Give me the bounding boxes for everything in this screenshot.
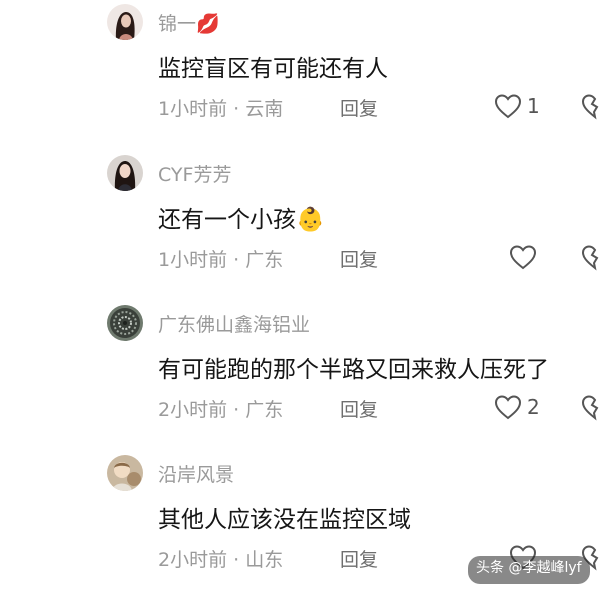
meta-separator: · [227, 249, 246, 271]
comment-time: 1小时前 [158, 98, 228, 120]
comment-location: 云南 [245, 98, 284, 120]
comment-time: 2小时前 [158, 549, 228, 571]
comment-text: 其他人应该没在监控区域 [158, 507, 411, 533]
avatar[interactable] [107, 455, 143, 491]
meta-separator: · [227, 399, 246, 421]
comment-time: 2小时前 [158, 399, 228, 421]
comment-item: CYF芳芳 还有一个小孩👶 1小时前 · 广东 回复 [0, 155, 600, 305]
reply-button[interactable]: 回复 [340, 94, 378, 121]
username[interactable]: 沿岸风景 [158, 460, 234, 487]
like-count: 2 [527, 395, 540, 419]
avatar[interactable] [107, 155, 143, 191]
comment-meta: 2小时前 · 广东 [158, 395, 283, 422]
comment-time: 1小时前 [158, 249, 228, 271]
dislike-icon[interactable] [580, 393, 600, 421]
reply-button[interactable]: 回复 [340, 395, 378, 422]
meta-separator: · [227, 98, 246, 120]
like-count: 1 [527, 94, 540, 118]
comment-item: 锦一💋 监控盲区有可能还有人 1小时前 · 云南 回复 1 [0, 4, 600, 154]
avatar[interactable] [107, 305, 143, 341]
heart-icon[interactable] [493, 393, 523, 421]
reply-button[interactable]: 回复 [340, 245, 378, 272]
comment-text: 有可能跑的那个半路又回来救人压死了 [158, 357, 549, 383]
comment-location: 广东 [245, 249, 284, 271]
watermark-label: 头条 @李越峰lyf [468, 556, 590, 584]
comment-meta: 2小时前 · 山东 [158, 545, 283, 572]
username[interactable]: 锦一💋 [158, 9, 220, 36]
comment-item: 广东佛山鑫海铝业 有可能跑的那个半路又回来救人压死了 2小时前 · 广东 回复 … [0, 305, 600, 455]
heart-icon[interactable] [493, 92, 523, 120]
comment-text: 还有一个小孩👶 [158, 207, 325, 233]
dislike-icon[interactable] [580, 92, 600, 120]
username[interactable]: 广东佛山鑫海铝业 [158, 310, 310, 337]
comment-location: 山东 [245, 549, 284, 571]
dislike-icon[interactable] [580, 243, 600, 271]
reply-button[interactable]: 回复 [340, 545, 378, 572]
comment-text: 监控盲区有可能还有人 [158, 56, 388, 82]
heart-icon[interactable] [508, 243, 538, 271]
meta-separator: · [227, 549, 246, 571]
avatar[interactable] [107, 4, 143, 40]
comment-meta: 1小时前 · 云南 [158, 94, 283, 121]
comment-meta: 1小时前 · 广东 [158, 245, 283, 272]
username[interactable]: CYF芳芳 [158, 160, 231, 187]
comment-location: 广东 [245, 399, 284, 421]
